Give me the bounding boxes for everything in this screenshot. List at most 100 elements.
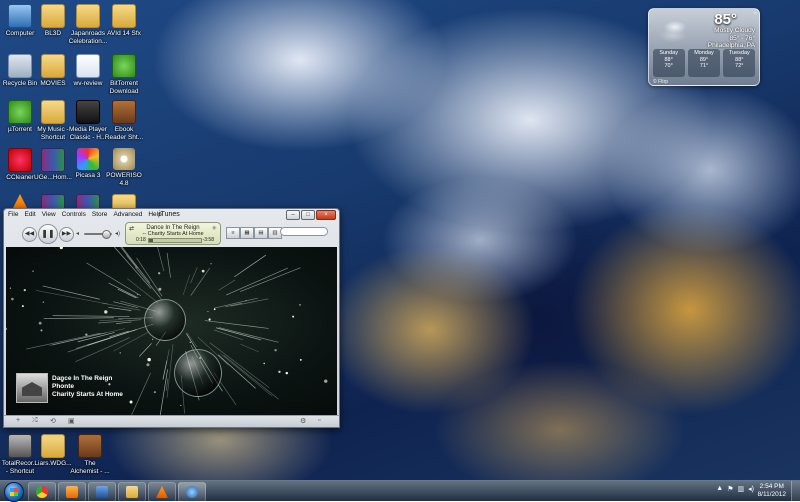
desktop-icon-picasa[interactable]: Picasa 3 (68, 148, 108, 180)
windows-logo-icon (10, 488, 18, 496)
visualizer-star (201, 269, 205, 273)
start-button[interactable] (4, 482, 24, 502)
show-desktop-button[interactable] (791, 481, 800, 501)
itunes-window[interactable]: File Edit View Controls Store Advanced H… (3, 208, 340, 428)
visualizer-streak (139, 343, 152, 357)
previous-track-button[interactable]: ◀◀ (22, 227, 37, 242)
search-input[interactable] (280, 227, 328, 236)
taskbar-word[interactable] (88, 482, 116, 502)
artwork-toggle-icon[interactable]: ▣ (68, 417, 75, 425)
flag-icon[interactable]: ⚑ (727, 485, 733, 493)
recycle-bin-icon (8, 54, 32, 78)
desktop-icon-movies[interactable]: MOVIES (33, 54, 73, 88)
airplay-icon[interactable]: ⚙ (300, 417, 306, 425)
visualizer-star (274, 348, 277, 352)
weather-gadget[interactable]: 85° × Mostly Cloudy 85° - 76° Philadelph… (648, 8, 760, 86)
visualizer-streak (218, 354, 256, 389)
weather-forecast: Sunday 88° 70° Monday 89° 71° Tuesday 88… (651, 49, 757, 77)
desktop-icon-label: Picasa 3 (75, 172, 101, 179)
desktop-icon-winrar[interactable]: UGe...Hom... (33, 148, 73, 182)
visualizer-streak (116, 321, 132, 325)
desktop-icon-alchemist[interactable]: The Alchemist - ... (70, 434, 110, 475)
add-playlist-icon[interactable]: + (16, 417, 20, 424)
volume-high-icon: ◂) (115, 231, 121, 237)
pause-button[interactable]: ❚❚ (38, 224, 58, 244)
repeat-icon[interactable]: ⟲ (50, 417, 56, 425)
visualizer-star (189, 341, 191, 343)
show-hidden-icons-icon[interactable]: ▲ (716, 485, 723, 493)
visualizer: Dance In The Reign Phonte Charity Starts… (6, 247, 337, 415)
taskbar-vlc[interactable] (148, 482, 176, 502)
close-icon[interactable]: × (753, 11, 757, 17)
itunes-titlebar[interactable]: File Edit View Controls Store Advanced H… (4, 209, 339, 220)
taskbar-explorer[interactable] (118, 482, 146, 502)
album-artwork[interactable] (16, 373, 48, 403)
desktop-icon-label: AVId 14 Sfx (107, 30, 141, 37)
visualizer-star (285, 371, 289, 375)
menu-file[interactable]: File (8, 211, 18, 218)
menu-advanced[interactable]: Advanced (113, 211, 142, 218)
taskbar-clock[interactable]: 2:54 PM 8/11/2012 (758, 483, 786, 499)
desktop-icon-bittorrent[interactable]: BitTorrent Download (104, 54, 144, 95)
miniplayer-icon[interactable]: ▫ (318, 417, 320, 424)
visualizer-star (210, 263, 212, 265)
folder-icon (126, 486, 138, 498)
desktop-icon-ebook[interactable]: Ebook Reader Sht... (104, 100, 144, 141)
next-track-button[interactable]: ▶▶ (59, 227, 74, 242)
desktop-icon-folder[interactable]: BL3D (33, 4, 73, 38)
minimize-button[interactable]: – (286, 210, 300, 220)
desktop-icon-label: wv-review (73, 80, 103, 87)
desktop-icon-poweriso[interactable]: POWERISO 4.8 (104, 148, 144, 187)
maximize-button[interactable]: □ (301, 210, 315, 220)
system-tray: ▲ ⚑ ▥ ◂) (716, 485, 754, 493)
volume-icon[interactable]: ◂) (748, 485, 754, 493)
taskbar-chrome[interactable] (28, 482, 56, 502)
close-button[interactable]: × (316, 210, 336, 220)
visualizer-star (59, 247, 63, 250)
album-view-button[interactable]: ▤ (254, 227, 268, 239)
folder-icon (112, 4, 136, 28)
desktop-wallpaper: Computer Recycle Bin µTorrent CCleaner B… (0, 0, 800, 480)
list-view-button[interactable]: ≡ (226, 227, 240, 239)
desktop-icon-my-music[interactable]: My Music - Shortcut (33, 100, 73, 141)
now-playing-display[interactable]: ⇄ ⚛ Dance In The Reign -- Charity Starts… (125, 222, 221, 245)
menu-controls[interactable]: Controls (62, 211, 86, 218)
desktop-icon-label: Liars.WDG... (34, 460, 72, 467)
shuffle-icon[interactable]: ⤮ (32, 417, 38, 425)
visualizer-star (40, 329, 43, 332)
speaker-icon (8, 434, 32, 458)
visualizer-star (208, 318, 211, 321)
visualizer-streak (240, 267, 301, 292)
desktop-icon-avid[interactable]: AVId 14 Sfx (104, 4, 144, 38)
folder-icon (41, 434, 65, 458)
menu-edit[interactable]: Edit (24, 211, 35, 218)
visualizer-streak (113, 247, 152, 289)
desktop-icon-document[interactable]: wv-review (68, 54, 108, 88)
taskbar-media-player[interactable] (58, 482, 86, 502)
visualizer-streak (159, 369, 168, 415)
grid-view-button[interactable]: ▦ (240, 227, 254, 239)
desktop-icon-media-player[interactable]: Media Player Classic - H... (68, 100, 108, 141)
remaining-time: -3:58 (202, 237, 214, 243)
forecast-day: Sunday 88° 70° (652, 49, 685, 77)
forecast-day: Tuesday 88° 72° (723, 49, 756, 77)
network-icon[interactable]: ▥ (738, 485, 745, 493)
folder-icon (41, 4, 65, 28)
visualizer-star (324, 379, 328, 383)
visualizer-star (6, 327, 8, 330)
menu-view[interactable]: View (42, 211, 56, 218)
forecast-day-lo: 71° (699, 63, 709, 69)
visualizer-streak (131, 372, 151, 415)
visualizer-star (213, 308, 216, 311)
desktop-icon-japanroads[interactable]: Japanroads Celebration... (68, 4, 108, 45)
desktop-icon-liars[interactable]: Liars.WDG... (33, 434, 73, 468)
taskbar-itunes[interactable] (178, 482, 206, 502)
visualizer-star (263, 362, 265, 365)
menu-store[interactable]: Store (92, 211, 108, 218)
visualizer-star (129, 400, 133, 404)
volume-slider-knob[interactable] (102, 230, 111, 239)
visualizer-streak (213, 297, 258, 309)
visualizer-star (180, 404, 182, 407)
progress-bar[interactable] (148, 238, 202, 243)
music-folder-icon (41, 100, 65, 124)
